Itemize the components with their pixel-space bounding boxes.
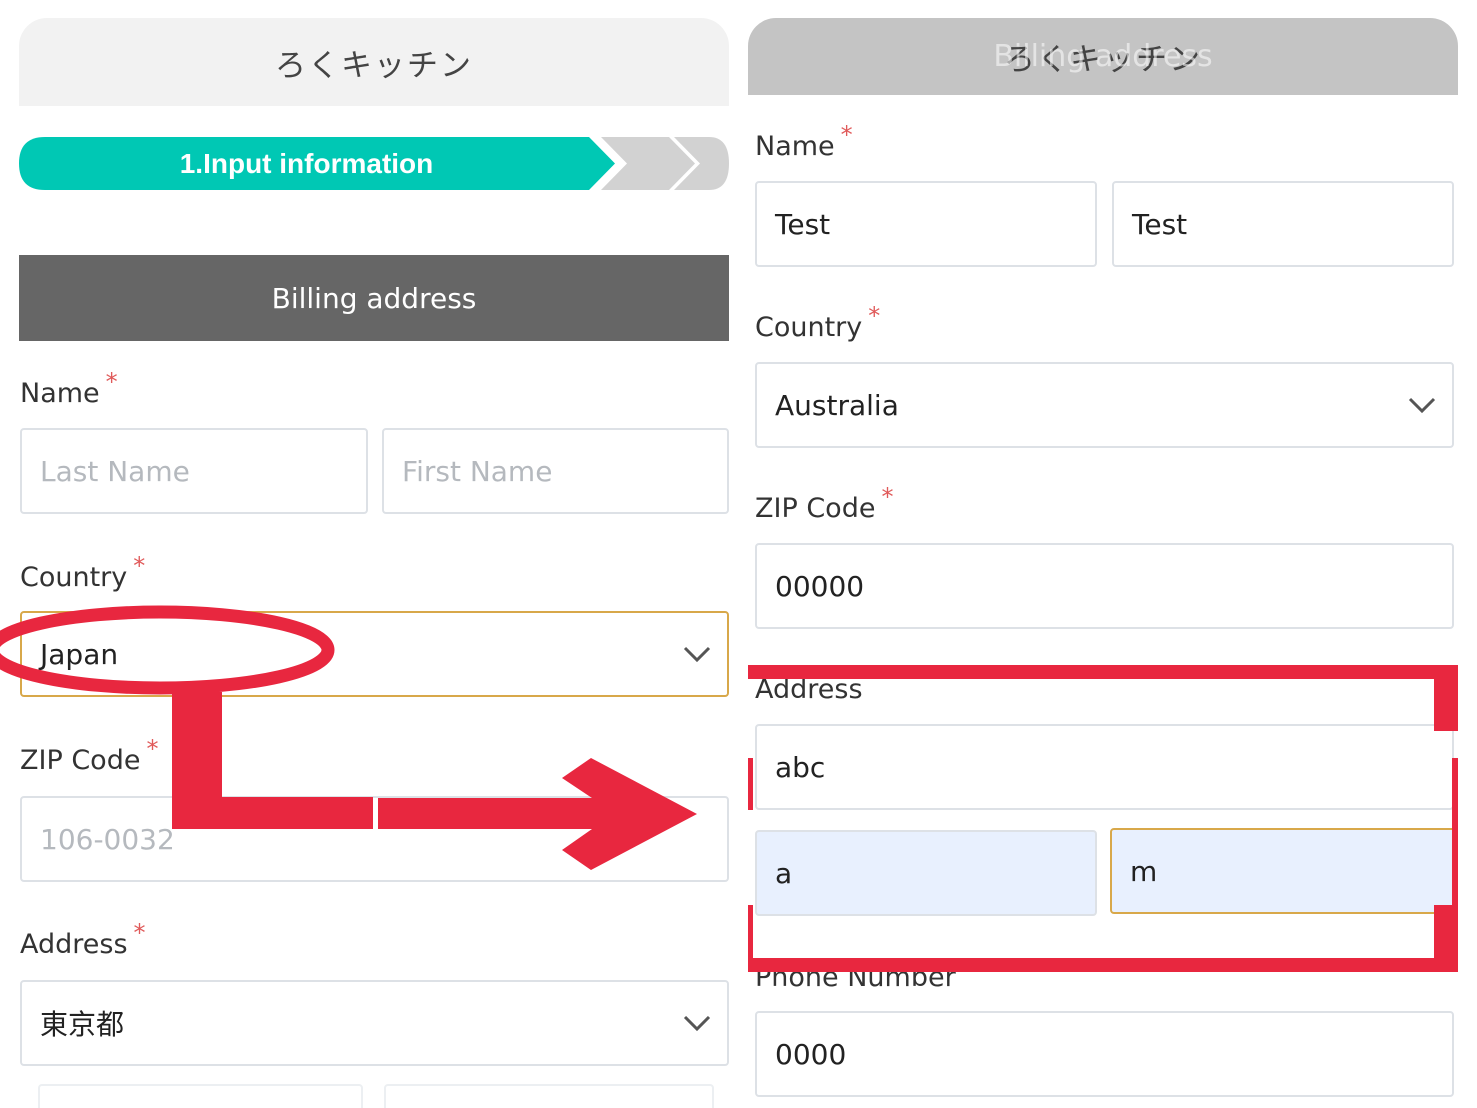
required-star: * [105,368,118,396]
prefecture-select[interactable]: 東京都 [20,980,729,1066]
progress-step-1-label: 1.Input information [179,147,434,179]
phone-input[interactable]: 0000 [755,1011,1454,1097]
zip-input[interactable]: 106-0032 [20,796,729,882]
progress-step-2 [601,137,695,190]
address-label: Address * [755,664,881,705]
prefecture-value: 東京都 [40,1008,125,1041]
country-value: Japan [40,637,119,671]
zip-label-text: ZIP Code [755,493,876,524]
country-label: Country * [20,552,145,593]
zip-label-text: ZIP Code [20,745,141,776]
shop-header: ろくキッチン [19,18,729,106]
left-panel: ろくキッチン 1.Input information Billing addre… [0,0,738,1108]
address-label-text: Address [20,929,128,960]
last-name-input[interactable]: Last Name [20,428,368,514]
address-line2-input[interactable]: a [755,830,1097,916]
billing-address-heading: Billing address [19,255,729,341]
zip-placeholder: 106-0032 [40,822,175,856]
address-label: Address * [20,919,146,960]
address-line2-value: a [775,856,793,890]
first-name-input[interactable]: First Name [382,428,729,514]
country-label-text: Country [755,312,863,343]
address-line-input[interactable] [38,1084,363,1108]
address-line3-input[interactable]: m [1110,828,1456,914]
required-star: * [868,302,881,330]
required-star: * [146,735,159,763]
phone-label-text: Phone Number [755,962,956,993]
name-label: Name * [755,121,853,162]
required-star: * [840,121,853,149]
name-label-text: Name [755,131,835,162]
billing-address-title: Billing address [271,281,477,315]
country-value: Australia [775,388,899,422]
name-label: Name * [20,368,118,409]
chevron-down-icon [683,646,711,663]
country-label: Country * [755,302,880,343]
name-label-text: Name [20,378,100,409]
phone-label: Phone Number [755,962,956,993]
shop-header: ろくキッチン Billing address [748,18,1458,95]
zip-label: ZIP Code * [20,735,158,776]
country-select[interactable]: Japan [20,611,729,697]
chevron-down-icon [1408,397,1436,414]
address-line1-value: abc [775,750,826,784]
country-label-text: Country [20,562,128,593]
phone-value: 0000 [775,1037,847,1071]
country-select[interactable]: Australia [755,362,1454,448]
first-name-input[interactable]: Test [1112,181,1454,267]
required-star: * [133,552,146,580]
required-star: * [881,483,894,511]
zip-value: 00000 [775,569,865,603]
header-overlap-text: Billing address [993,39,1213,74]
right-panel: ろくキッチン Billing address Name * Test Test C… [748,0,1477,1108]
first-name-value: Test [1132,207,1188,241]
address-line3-value: m [1130,854,1158,888]
chevron-down-icon [683,1015,711,1032]
address-label-text: Address [755,674,863,705]
progress-steps: 1.Input information [19,137,729,190]
last-name-value: Test [775,207,831,241]
zip-input[interactable]: 00000 [755,543,1454,629]
first-name-placeholder: First Name [402,454,553,488]
last-name-input[interactable]: Test [755,181,1097,267]
address-line1-input[interactable]: abc [755,724,1454,810]
shop-title: ろくキッチン [275,47,473,84]
address-line-input[interactable] [384,1084,714,1108]
required-star: * [868,664,881,692]
last-name-placeholder: Last Name [40,454,190,488]
required-star: * [133,919,146,947]
zip-label: ZIP Code * [755,483,893,524]
